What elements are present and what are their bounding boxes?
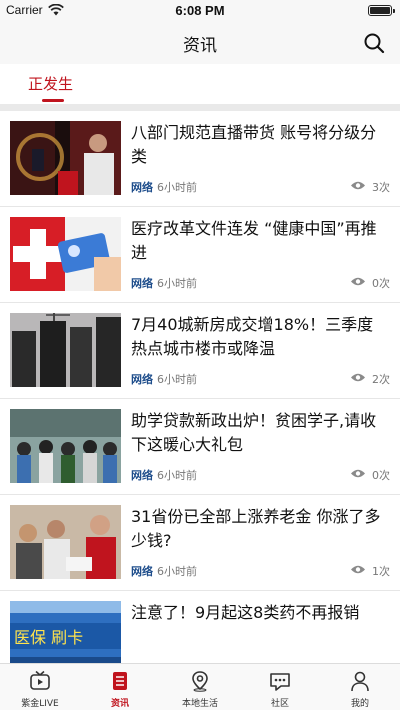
eye-icon: [351, 373, 365, 382]
news-feed[interactable]: 八部门规范直播带货 账号将分级分类 网络 6小时前 3次 医疗改革文件连发 “健…: [0, 111, 400, 663]
tv-icon: [30, 670, 50, 690]
person-icon: [351, 671, 369, 692]
eye-icon: [351, 181, 365, 190]
eye-icon: [351, 565, 365, 574]
news-item[interactable]: 7月40城新房成交增18%！三季度热点城市楼市或降温 网络 6小时前 2次: [0, 303, 400, 399]
news-title: 7月40城新房成交增18%！三季度热点城市楼市或降温: [131, 315, 374, 358]
news-thumbnail: [10, 505, 121, 579]
news-thumbnail: [10, 313, 121, 387]
bottom-tab-bar: 紫金LIVE 资讯 本地生活 社区 我的: [0, 663, 400, 710]
news-item[interactable]: 医疗改革文件连发 “健康中国”再推进 网络 6小时前 0次: [0, 207, 400, 303]
news-item[interactable]: 医保 刷卡 注意了！9月起这8类药不再报销: [0, 591, 400, 663]
search-icon[interactable]: [362, 31, 386, 55]
news-time: 6小时前: [157, 277, 197, 290]
view-count: 0次: [372, 277, 390, 290]
news-title: 医疗改革文件连发 “健康中国”再推进: [131, 219, 377, 262]
news-source: 网络: [131, 181, 153, 194]
page-title: 资讯: [183, 36, 217, 56]
news-thumbnail: [10, 121, 121, 195]
tab-label: 本地生活: [181, 699, 218, 709]
news-item[interactable]: 31省份已全部上涨养老金 你涨了多少钱? 网络 6小时前 1次: [0, 495, 400, 591]
view-count: 0次: [372, 469, 390, 482]
news-time: 6小时前: [157, 181, 197, 194]
tab-label: 社区: [270, 699, 289, 709]
category-tabs: 正发生: [0, 64, 400, 104]
news-thumbnail: 医保 刷卡: [10, 601, 121, 663]
battery-icon: [368, 5, 395, 16]
news-title: 八部门规范直播带货 账号将分级分类: [131, 123, 377, 166]
tab-label: 资讯: [110, 699, 129, 709]
view-count: 1次: [372, 565, 390, 578]
news-source: 网络: [131, 373, 153, 386]
news-title: 31省份已全部上涨养老金 你涨了多少钱?: [131, 507, 381, 550]
news-thumbnail: [10, 409, 121, 483]
news-time: 6小时前: [157, 373, 197, 386]
tab-zhengfasheng[interactable]: 正发生: [28, 73, 73, 94]
clock: 6:08 PM: [175, 3, 225, 18]
news-source: 网络: [131, 469, 153, 482]
section-divider: [0, 104, 400, 111]
tab-indicator: [42, 99, 64, 102]
tab-profile[interactable]: 我的: [320, 664, 400, 710]
eye-icon: [351, 277, 365, 286]
status-bar: Carrier 6:08 PM: [0, 0, 400, 22]
news-title: 注意了！9月起这8类药不再报销: [131, 603, 360, 622]
tab-local-life[interactable]: 本地生活: [160, 664, 240, 710]
view-count: 2次: [372, 373, 390, 386]
news-time: 6小时前: [157, 565, 197, 578]
news-time: 6小时前: [157, 469, 197, 482]
thumbnail-text: 医保 刷卡: [14, 628, 83, 647]
tab-label: 我的: [350, 699, 369, 709]
news-source: 网络: [131, 277, 153, 290]
news-item[interactable]: 助学贷款新政出炉！贫困学子,请收下这暖心大礼包 网络 6小时前 0次: [0, 399, 400, 495]
news-thumbnail: [10, 217, 121, 291]
tab-community[interactable]: 社区: [240, 664, 320, 710]
view-count: 3次: [372, 181, 390, 194]
eye-icon: [351, 469, 365, 478]
tab-news[interactable]: 资讯: [80, 664, 160, 710]
news-title: 助学贷款新政出炉！贫困学子,请收下这暖心大礼包: [131, 411, 377, 454]
news-icon: [113, 672, 127, 690]
news-source: 网络: [131, 565, 153, 578]
nav-bar: 资讯: [0, 22, 400, 64]
tab-zijin-live[interactable]: 紫金LIVE: [0, 664, 80, 710]
news-item[interactable]: 八部门规范直播带货 账号将分级分类 网络 6小时前 3次: [0, 111, 400, 207]
tab-label: 紫金LIVE: [21, 699, 59, 709]
location-pin-icon: [192, 671, 208, 692]
chat-bubble-icon: [270, 673, 290, 691]
